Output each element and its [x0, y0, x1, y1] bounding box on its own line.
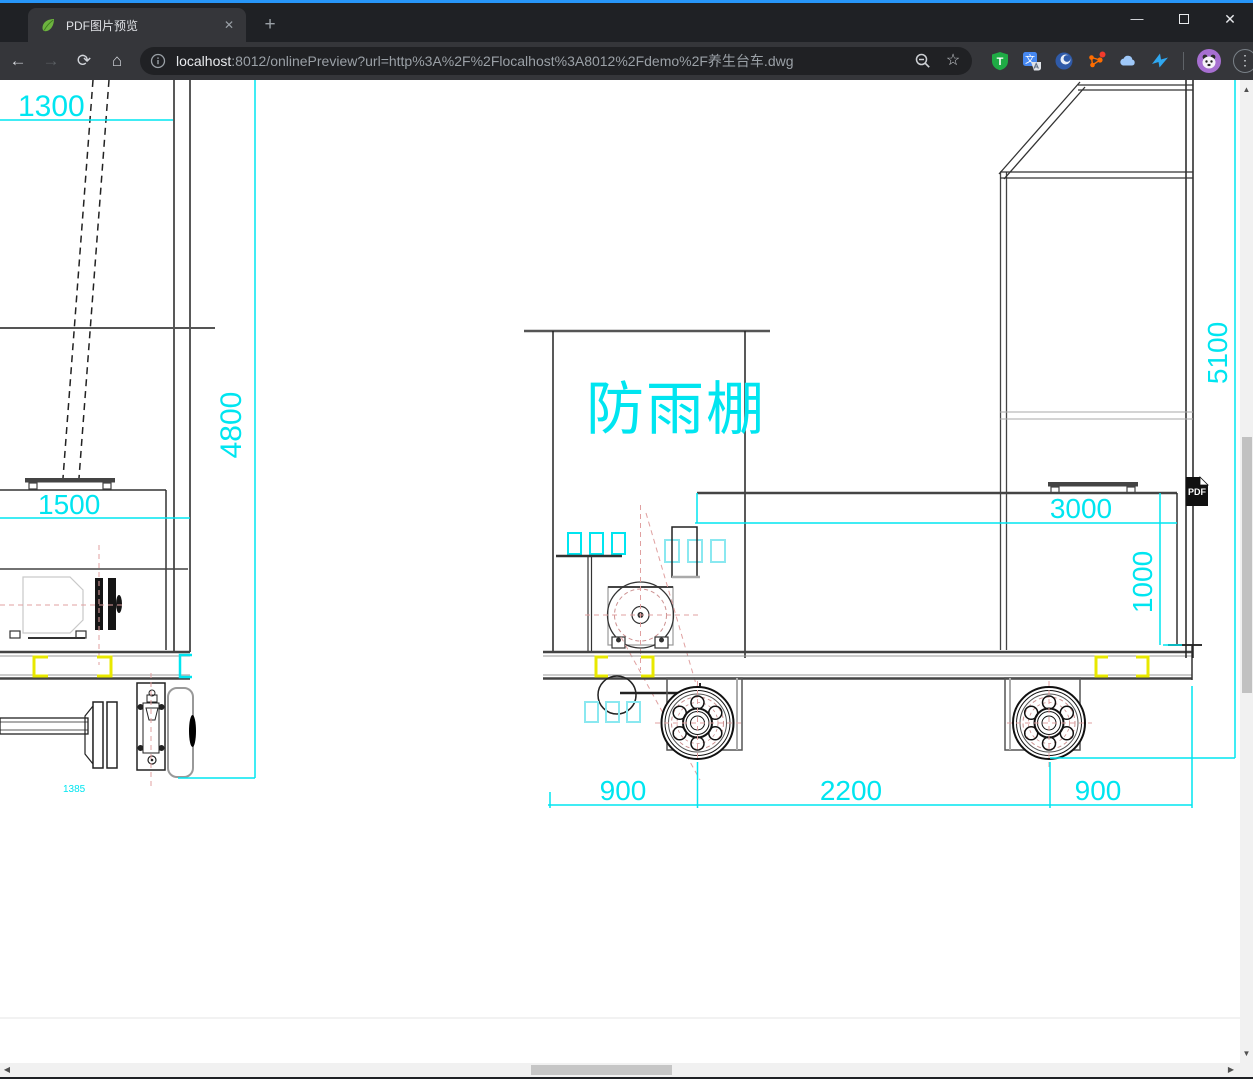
scroll-up-arrow-icon[interactable]: ▲: [1240, 83, 1253, 96]
toolbar-separator: [1183, 52, 1184, 70]
vertical-scrollbar-thumb[interactable]: [1241, 437, 1252, 693]
dim-5100: 5100: [1202, 322, 1233, 384]
contacts-extension-icon[interactable]: [1086, 51, 1106, 71]
profile-avatar[interactable]: [1197, 49, 1221, 73]
window-maximize-button[interactable]: [1161, 3, 1207, 37]
window-minimize-button[interactable]: —: [1114, 3, 1160, 37]
bird-extension-icon[interactable]: [1150, 51, 1170, 71]
cad-drawing: 1300 4800 1500 1385 3000 1000 5100 900 2…: [0, 80, 1240, 1019]
extensions-row: T 文 ⋮: [984, 49, 1253, 73]
proxy-circle-extension-icon[interactable]: [1054, 51, 1074, 71]
url-host: localhost: [176, 53, 232, 69]
browser-tab[interactable]: PDF图片预览 ✕: [28, 8, 246, 42]
reload-button[interactable]: ⟳: [69, 46, 99, 76]
browser-menu-button[interactable]: ⋮: [1233, 49, 1253, 73]
scrollbar-corner: [1240, 1063, 1253, 1077]
bookmark-star-icon[interactable]: ☆: [944, 52, 962, 70]
home-button[interactable]: ⌂: [102, 46, 132, 76]
dim-3000: 3000: [1050, 493, 1112, 524]
new-tab-button[interactable]: +: [258, 14, 282, 38]
dim-1500: 1500: [38, 489, 100, 520]
zoom-out-icon[interactable]: [914, 52, 932, 70]
url-text[interactable]: localhost:8012/onlinePreview?url=http%3A…: [176, 51, 914, 71]
scroll-left-arrow-icon[interactable]: ◀: [0, 1063, 14, 1077]
back-button[interactable]: ←: [3, 46, 33, 76]
url-path: :8012/onlinePreview?url=http%3A%2F%2Floc…: [231, 53, 794, 69]
horizontal-scrollbar[interactable]: ◀ ▶: [0, 1063, 1240, 1077]
browser-window: PDF图片预览 ✕ + — ✕ ← → ⟳ ⌂ localhost:8012/o…: [0, 0, 1253, 1079]
dim-2200: 2200: [820, 775, 882, 806]
dim-900-right: 900: [1075, 775, 1122, 806]
scroll-right-arrow-icon[interactable]: ▶: [1224, 1063, 1238, 1077]
left-view: [0, 80, 215, 786]
rain-shelter-label: 防雨棚: [586, 377, 766, 442]
window-close-button[interactable]: ✕: [1207, 3, 1253, 37]
horizontal-scrollbar-thumb[interactable]: [531, 1065, 672, 1075]
vertical-scrollbar[interactable]: ▲ ▼: [1240, 80, 1253, 1063]
page-info-icon[interactable]: [150, 53, 166, 69]
pdf-badge-text: PDF: [1188, 487, 1207, 497]
title-bar[interactable]: PDF图片预览 ✕ + — ✕: [0, 3, 1253, 42]
pdf-file-icon[interactable]: PDF: [1186, 476, 1209, 506]
tab-title: PDF图片预览: [66, 18, 139, 33]
dim-1385: 1385: [63, 784, 86, 795]
cloud-extension-icon[interactable]: [1118, 51, 1138, 71]
dim-1000: 1000: [1127, 551, 1158, 613]
maximize-icon: [1179, 14, 1189, 24]
browser-toolbar: ← → ⟳ ⌂ localhost:8012/onlinePreview?url…: [0, 42, 1253, 80]
spring-leaf-favicon: [42, 19, 54, 32]
dim-900-left: 900: [600, 775, 647, 806]
tab-close-icon[interactable]: ✕: [220, 16, 238, 34]
tampermonkey-extension-icon[interactable]: T: [990, 51, 1010, 71]
tampermonkey-letter: T: [997, 56, 1004, 68]
forward-button[interactable]: →: [36, 46, 66, 76]
translate-extension-icon[interactable]: 文: [1022, 51, 1042, 71]
right-structure: [998, 80, 1194, 658]
scroll-down-arrow-icon[interactable]: ▼: [1240, 1047, 1253, 1060]
address-bar[interactable]: localhost:8012/onlinePreview?url=http%3A…: [140, 47, 972, 75]
dim-4800: 4800: [215, 392, 248, 459]
dim-1300: 1300: [18, 90, 85, 123]
pdf-preview-page[interactable]: 1300 4800 1500 1385 3000 1000 5100 900 2…: [0, 80, 1240, 1063]
